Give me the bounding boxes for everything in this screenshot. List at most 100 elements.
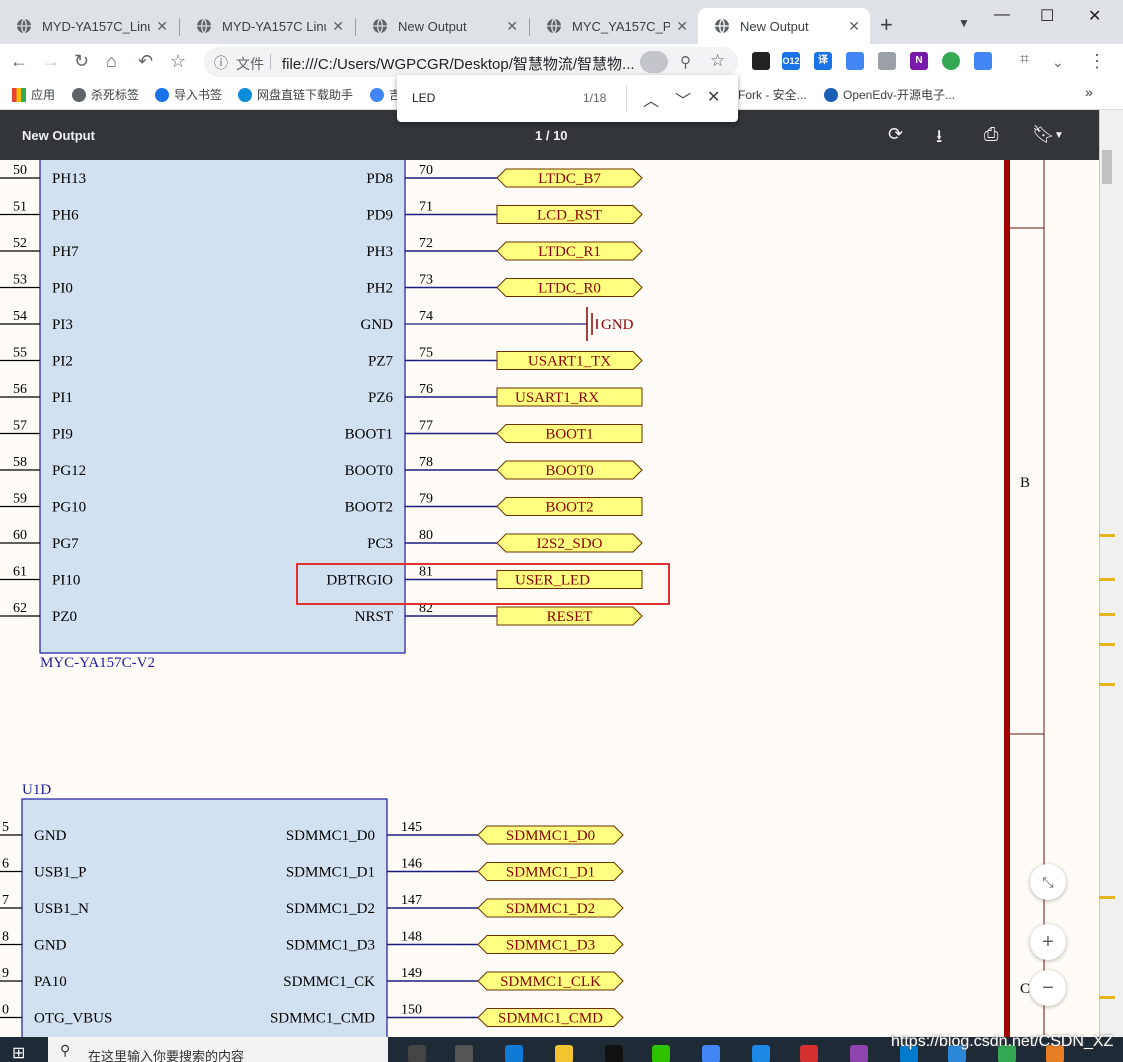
bookmark-icon[interactable]: 🔖︎ [1032,124,1055,145]
globe-extension-icon[interactable] [942,52,960,70]
net-label: USART1_RX [515,390,599,406]
adjacent-window-edge [1099,578,1115,581]
close-icon[interactable]: ✕ [332,18,344,35]
pin-number: 72 [419,236,433,251]
star-icon[interactable]: ☆ [710,51,725,71]
fit-page-icon[interactable]: ⤡ [1030,864,1066,900]
scrollbar-thumb[interactable] [1102,150,1112,184]
crop-icon[interactable]: ⌗ [1020,51,1029,69]
extension-icon[interactable] [752,52,770,70]
net-label: SDMMC1_D2 [506,901,595,917]
apps-grid-icon [12,87,26,102]
forward-icon[interactable]: → [42,51,60,72]
tab-2[interactable]: New Output ✕ [356,8,528,44]
tab-3[interactable]: MYC_YA157C_PIN ✕ [530,8,698,44]
edge-icon[interactable] [505,1045,523,1062]
net-label: LTDC_R0 [538,281,601,297]
undo-icon[interactable]: ↶ [138,51,153,72]
camera-icon[interactable] [878,52,896,70]
home-icon[interactable]: ⌂ [106,51,117,72]
qq-icon[interactable] [605,1045,623,1062]
google-translate-icon[interactable] [846,52,864,70]
pin-number: 55 [13,346,27,361]
net-label: LTDC_R1 [538,244,601,260]
wechat-icon[interactable] [652,1045,670,1062]
bookmark-label: 应用 [31,88,56,102]
bookmark-star-icon[interactable]: ☆ [170,51,186,72]
rotate-icon[interactable]: ⟳ [888,124,903,145]
close-find-icon[interactable]: ✕ [707,87,720,107]
bookmark-item[interactable]: 网盘直链下载助手 [238,86,353,103]
o12-extension-icon[interactable]: O12 [782,52,800,70]
zoom-in-icon[interactable]: + [1030,924,1066,960]
apps-extension-icon[interactable] [974,52,992,70]
address-bar[interactable]: ⓘ 文件 file:///C:/Users/WGPCGR/Desktop/智慧物… [204,47,738,77]
find-previous-icon[interactable]: ︿ [643,87,659,111]
bookmark-item[interactable]: 杀死标签 [72,86,139,103]
file-explorer-icon[interactable] [555,1045,573,1062]
globe-icon [196,18,212,34]
reload-icon[interactable]: ↻ [74,51,89,72]
chevron-down-icon[interactable]: ▼ [1054,130,1064,141]
pin-name: BOOT0 [345,463,393,479]
globe-icon [546,18,562,34]
back-icon[interactable]: ← [10,51,28,72]
pin-name: PH7 [52,244,79,260]
net-label: I2S2_SDO [537,536,603,552]
window-close-icon[interactable]: ✕ [1088,6,1101,26]
close-icon[interactable]: ✕ [156,18,168,35]
pin-name: USB1_P [34,865,87,881]
bookmark-item[interactable]: Fork - 安全... [738,86,807,103]
youdao-icon[interactable] [800,1045,818,1062]
adjacent-window-edge [1099,643,1115,646]
app-icon[interactable] [752,1045,770,1062]
pin-name: PH2 [366,281,393,297]
translate-extension-icon[interactable]: 译 [814,52,832,70]
cortana-icon[interactable] [408,1045,426,1062]
new-tab-icon[interactable]: + [880,12,893,38]
openedv-icon [824,87,838,102]
close-icon[interactable]: ✕ [506,18,518,35]
close-icon[interactable]: ✕ [676,18,688,35]
pin-number: 145 [401,820,422,835]
minimize-icon[interactable]: — [994,6,1010,24]
more-bookmarks-icon[interactable]: » [1085,84,1093,100]
info-icon[interactable]: ⓘ [214,53,228,73]
close-icon[interactable]: ✕ [848,18,860,35]
find-next-icon[interactable]: ﹀ [675,87,691,111]
pin-number: 54 [13,309,27,324]
task-view-icon[interactable] [455,1045,473,1062]
zoom-icon[interactable]: ⚲ [680,53,691,71]
taskbar-search[interactable]: ⚲ 在这里输入你要搜索的内容 [48,1037,388,1062]
tab-search-chevron-icon[interactable]: ▼ [958,16,970,30]
tab-0[interactable]: MYD-YA157C_Linu ✕ [0,8,178,44]
pin-number: 146 [401,857,422,872]
pin-number: 73 [419,273,433,288]
menu-icon[interactable]: ⋮ [1088,51,1106,72]
bookmark-item[interactable]: OpenEdv-开源电子... [824,86,955,103]
pin-number: 148 [401,930,422,945]
find-input[interactable]: LED [412,91,435,105]
download-icon[interactable]: ⭳ [936,124,942,154]
pin-number: 77 [419,419,433,434]
zoom-out-icon[interactable]: − [1030,970,1066,1006]
windows-start-icon[interactable]: ⊞ [12,1043,25,1062]
bookmark-item[interactable]: 导入书签 [155,86,222,103]
net-label: SDMMC1_D3 [506,938,595,954]
find-icon[interactable] [640,51,668,73]
print-icon[interactable]: ⎙ [984,124,998,145]
tab-1[interactable]: MYD-YA157C Linu ✕ [180,8,354,44]
tab-4-active[interactable]: New Output ✕ [698,8,870,44]
chevron-down-icon[interactable]: ⌄ [1052,54,1064,71]
bookmark-apps[interactable]: 应用 [12,86,55,103]
pin-number: 7 [2,893,9,908]
bookmark-label: Fork - 安全... [738,88,807,102]
pdf-page[interactable]: B C MYC-YA157C-V2 50 PH13 51 PH6 52 PH7 53 PI0 5… [0,160,1099,1037]
chrome-icon[interactable] [702,1045,720,1062]
zone-label-b: B [1020,475,1030,491]
bookmark-label: OpenEdv-开源电子... [843,88,956,102]
onenote-icon[interactable]: N [910,52,928,70]
app-icon[interactable] [850,1045,868,1062]
url-text[interactable]: file:///C:/Users/WGPCGR/Desktop/智慧物流/智慧物… [282,53,635,74]
maximize-icon[interactable]: ☐ [1040,6,1054,26]
